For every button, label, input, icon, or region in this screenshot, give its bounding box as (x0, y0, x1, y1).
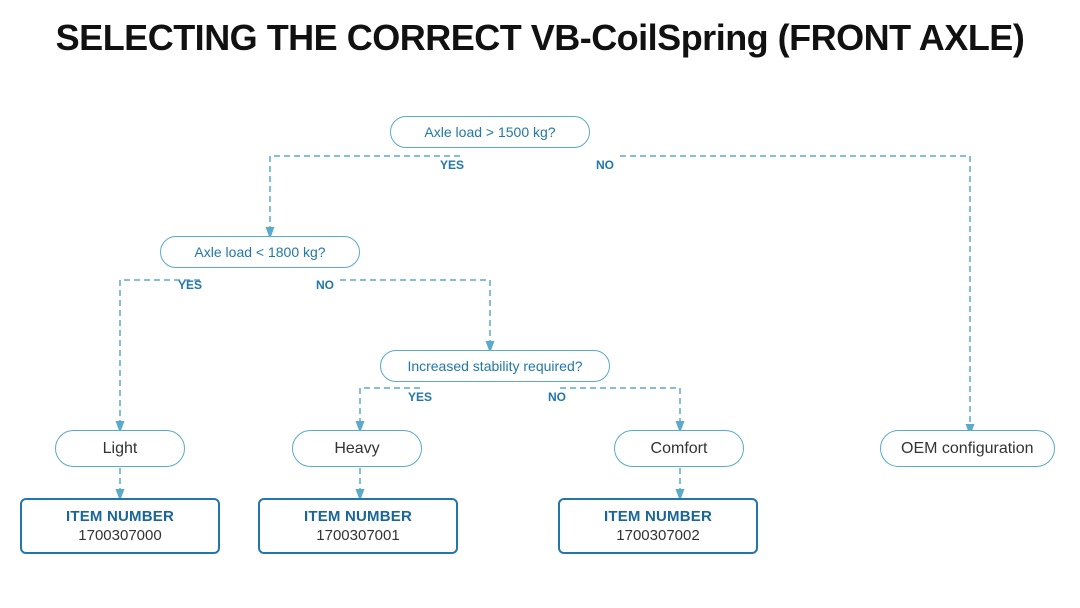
page-title: SELECTING THE CORRECT VB-CoilSpring (FRO… (0, 0, 1080, 68)
result-heavy: Heavy (292, 430, 422, 467)
diagram-area: Axle load > 1500 kg? YES NO Axle load < … (0, 68, 1080, 558)
d1-yes-label: YES (440, 158, 464, 172)
item-box-1: ITEM NUMBER 1700307000 (20, 498, 220, 554)
d1-no-label: NO (596, 158, 614, 172)
item-label-2: ITEM NUMBER (274, 508, 442, 525)
item-number-2: 1700307001 (274, 527, 442, 544)
result-oem: OEM configuration (880, 430, 1055, 467)
decision-axle-load-1800: Axle load < 1800 kg? (160, 236, 360, 268)
result-light: Light (55, 430, 185, 467)
d2-yes-label: YES (178, 278, 202, 292)
item-number-3: 1700307002 (574, 527, 742, 544)
decision-axle-load-1500: Axle load > 1500 kg? (390, 116, 590, 148)
result-comfort: Comfort (614, 430, 744, 467)
item-number-1: 1700307000 (36, 527, 204, 544)
d3-no-label: NO (548, 390, 566, 404)
d3-yes-label: YES (408, 390, 432, 404)
decision-stability: Increased stability required? (380, 350, 610, 382)
d2-no-label: NO (316, 278, 334, 292)
item-label-3: ITEM NUMBER (574, 508, 742, 525)
item-box-2: ITEM NUMBER 1700307001 (258, 498, 458, 554)
item-box-3: ITEM NUMBER 1700307002 (558, 498, 758, 554)
item-label-1: ITEM NUMBER (36, 508, 204, 525)
